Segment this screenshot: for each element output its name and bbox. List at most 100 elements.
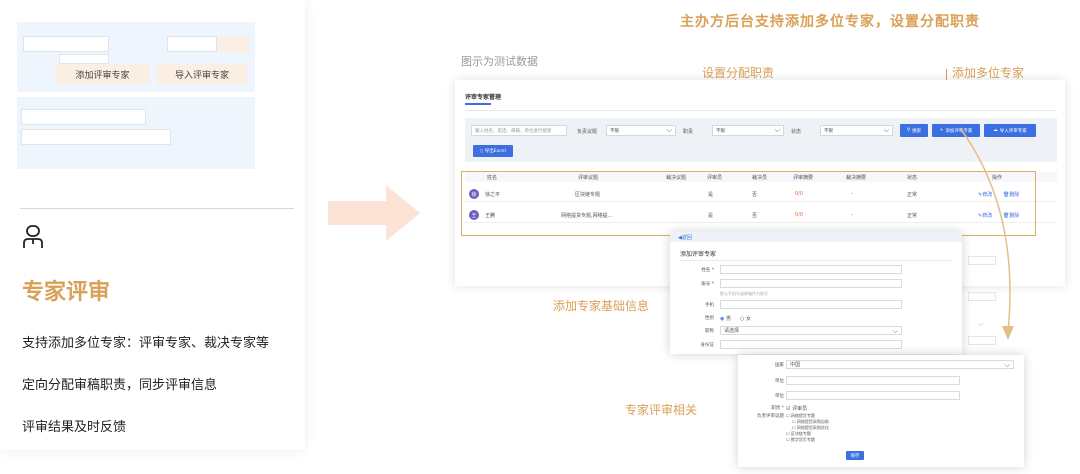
review-settings-dialog: 国家 中国 ⌵ 单位 单位 职责 * ☑ 评审员 负责评审议题 ☐ 网络提货专题… [738,355,1024,467]
gender-male-label: 男 [725,316,731,322]
filter-status-value: 不限 [824,128,833,134]
tab-underline [465,103,491,105]
topic-checkbox[interactable]: ☐ 数字货币专题 [786,437,815,443]
back-label: 返回 [681,235,692,241]
mock-import-expert-button: 导入评审专家 [157,64,247,84]
filter-duty-value: 不限 [716,128,725,134]
back-link[interactable]: ◀返回 [678,234,692,241]
search-icon: ⚲ [906,128,911,133]
headline: 主办方后台支持添加多位专家，设置分配职责 [680,14,980,30]
feature-line-2: 定向分配审稿职责，同步评审信息 [22,378,218,393]
mock-input [21,109,146,125]
field-label: 账号 * [701,282,714,287]
annotation-review-related: 专家评审相关 [625,403,698,417]
search-input[interactable]: 输入姓名、电话、邮箱、单位进行搜索 [471,125,567,136]
field-label: 单位 [775,394,784,399]
topic-option: 网络提货采购优化 [796,425,829,430]
dialog-title: 添加评审专家 [680,251,717,258]
field-label: 身份证 [700,343,715,348]
feature-title: 专家评审 [22,280,111,305]
tab-expert-management[interactable]: 评审专家管理 [465,92,501,101]
topic-label: 负责评审议题 [757,414,784,419]
filter-topic-select[interactable]: 不限 ⌵ [606,125,676,136]
topic-option: 网络提货采购自助 [796,419,829,424]
feature-line-1: 支持添加多位专家：评审专家、裁决专家等 [22,336,270,351]
id-card-input[interactable] [720,340,902,349]
export-excel-label: 导出Excel [484,149,506,154]
topic-option: 网络提货专题 [790,413,815,418]
gender-female-label: 女 [745,316,751,322]
field-label: 手机 [705,303,714,308]
gender-radio-female[interactable]: ○ 女 [740,315,751,322]
file-icon: ▯ [480,148,483,154]
mock-form-panel [17,97,255,169]
search-button-label: 搜索 [912,128,922,134]
country-value: 中国 [790,362,801,368]
checkbox-icon: ☐ [786,431,790,436]
mock-input [59,54,109,64]
mock-toolbar-panel: 添加评审专家 导入评审专家 [17,22,255,92]
mock-input [21,129,171,145]
title-select[interactable]: 请选择 ⌵ [720,326,902,335]
checkbox-icon: ☐ [786,437,790,442]
duty-checkbox[interactable]: ☑ 评审员 [786,405,807,412]
gender-radio-male[interactable]: ◉ 男 [720,315,731,322]
export-excel-button[interactable]: ▯ 导出Excel [473,145,513,157]
save-button[interactable]: 保存 [846,451,864,460]
duty-label: 职责 * [771,406,784,411]
annotation-assign-duties: 设置分配职责 [702,66,775,80]
topic-option: 区块链专题 [790,431,811,436]
right-arrow-icon [328,185,420,241]
mock-add-expert-button: 添加评审专家 [55,64,150,84]
dialog-topbar: ◀返回 [670,232,962,242]
divider [680,260,952,261]
checkbox-icon: ☐ [792,425,796,430]
org-input[interactable] [786,376,960,385]
duty-value: 评审员 [792,406,808,412]
plus-icon: + [939,128,944,133]
feature-line-3: 评审结果及时反馈 [22,420,127,435]
name-input[interactable] [720,265,902,274]
chevron-down-icon: ⌵ [666,126,672,134]
topic-option: 数字货币专题 [790,437,815,442]
add-expert-dialog: ◀返回 添加评审专家 姓名 * 账号 * 默认手机号或邮箱作为账号 手机 性别 … [670,232,962,354]
divider [465,110,1055,111]
filter-topic-value: 不限 [610,128,619,134]
title-select-value: 请选择 [724,328,740,334]
mock-input [167,36,217,52]
annotation-basic-info: 添加专家基础信息 [553,299,650,313]
country-select[interactable]: 中国 ⌵ [786,360,1014,369]
chevron-down-icon: ⌵ [1004,361,1010,369]
feature-card: 添加评审专家 导入评审专家 专家评审 支持添加多位专家：评审专家、裁决专家等 定… [0,0,305,450]
filter-status-select[interactable]: 不限 ⌵ [820,125,893,136]
field-label: 职称 [705,329,714,334]
test-data-note: 图示为测试数据 [461,55,538,68]
chevron-down-icon: ⌵ [883,126,889,134]
search-button[interactable]: ⚲ 搜索 [900,124,928,137]
checkbox-icon: ☐ [792,419,796,424]
mock-input [23,36,109,52]
checkbox-icon: ☑ [786,406,791,412]
chevron-down-icon: ⌵ [892,327,898,335]
chevron-down-icon: ⌵ [774,126,780,134]
radio-icon: ○ [740,316,745,322]
field-label: 姓名 * [701,268,714,273]
field-label: 单位 [775,379,784,384]
mock-block [217,36,249,52]
filter-duty-select[interactable]: 不限 ⌵ [712,125,784,136]
filter-label-topic: 负责议题 [577,129,598,135]
checkbox-icon: ☐ [786,413,790,418]
field-label: 国家 [775,363,784,368]
phone-input[interactable] [720,300,902,309]
org-input-2[interactable] [786,391,960,400]
curved-arrow-icon [959,127,1014,340]
radio-checked-icon: ◉ [720,316,725,322]
expert-person-icon [22,224,44,254]
filter-label-duty: 职责 [683,129,694,135]
annotation-add-experts: 添加多位专家 [952,66,1025,80]
field-label: 性别 [705,316,714,321]
account-hint: 默认手机号或邮箱作为账号 [720,291,768,296]
account-input[interactable] [720,279,902,288]
divider [20,208,294,209]
filter-label-status: 状态 [791,129,802,135]
